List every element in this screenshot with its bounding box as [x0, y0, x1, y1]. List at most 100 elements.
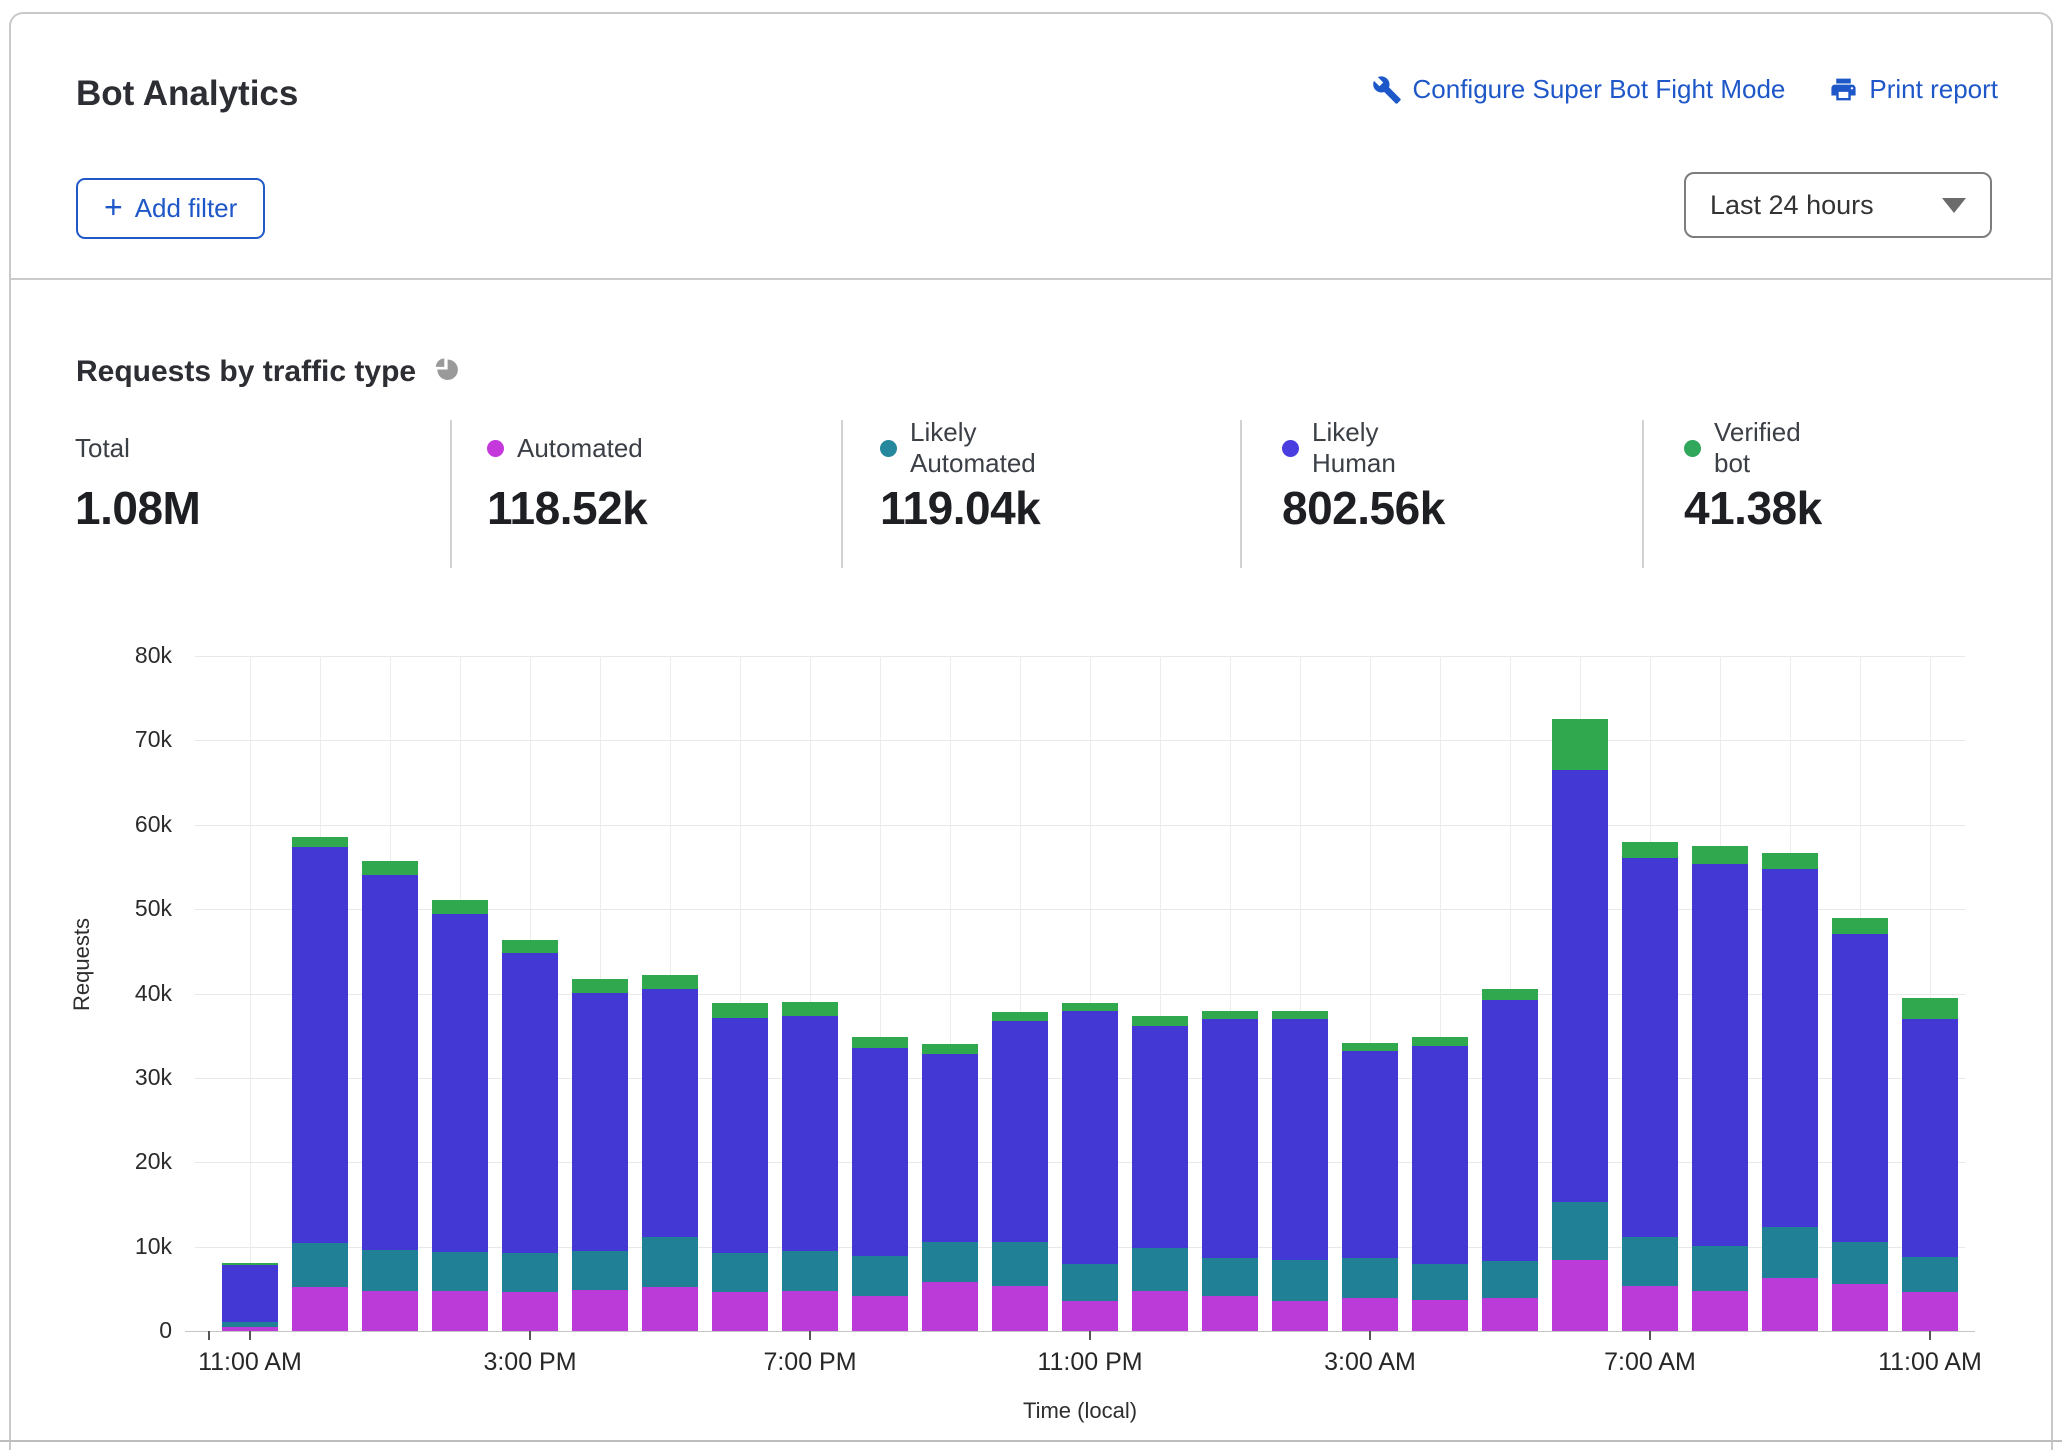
bar-segment-likely-human[interactable]: [852, 1048, 908, 1256]
bar-segment-verified-bot[interactable]: [292, 837, 348, 847]
bar[interactable]: [1342, 1043, 1398, 1331]
bar-segment-verified-bot[interactable]: [1622, 842, 1678, 858]
bar-segment-likely-automated[interactable]: [712, 1253, 768, 1293]
bar-segment-automated[interactable]: [852, 1296, 908, 1331]
bar[interactable]: [1412, 1037, 1468, 1331]
bar-segment-likely-automated[interactable]: [432, 1252, 488, 1292]
bar-segment-verified-bot[interactable]: [572, 979, 628, 993]
bar-segment-automated[interactable]: [782, 1291, 838, 1331]
bar-segment-likely-human[interactable]: [1902, 1019, 1958, 1257]
bar-segment-likely-human[interactable]: [1272, 1019, 1328, 1260]
bar-segment-automated[interactable]: [1412, 1300, 1468, 1331]
bar-segment-likely-human[interactable]: [1832, 934, 1888, 1241]
bar-segment-automated[interactable]: [992, 1286, 1048, 1331]
bar-segment-likely-human[interactable]: [642, 989, 698, 1237]
bar[interactable]: [852, 1037, 908, 1331]
bar-segment-automated[interactable]: [1692, 1291, 1748, 1331]
bar[interactable]: [1762, 853, 1818, 1331]
bar-segment-verified-bot[interactable]: [1132, 1016, 1188, 1025]
bar-segment-likely-automated[interactable]: [1552, 1202, 1608, 1260]
bar-segment-likely-automated[interactable]: [922, 1242, 978, 1282]
bar[interactable]: [782, 1002, 838, 1331]
bar[interactable]: [362, 861, 418, 1331]
bar-segment-likely-human[interactable]: [572, 993, 628, 1251]
bar[interactable]: [1552, 719, 1608, 1331]
bar-segment-likely-automated[interactable]: [1132, 1248, 1188, 1290]
bar-segment-verified-bot[interactable]: [992, 1012, 1048, 1021]
bar-segment-automated[interactable]: [1902, 1292, 1958, 1331]
bar-segment-likely-automated[interactable]: [852, 1256, 908, 1297]
bar-segment-likely-human[interactable]: [1552, 770, 1608, 1202]
bar-segment-verified-bot[interactable]: [1692, 846, 1748, 864]
bar-segment-verified-bot[interactable]: [1482, 989, 1538, 1000]
bar-segment-automated[interactable]: [1132, 1291, 1188, 1332]
bar-segment-likely-human[interactable]: [1202, 1019, 1258, 1259]
bar[interactable]: [1692, 846, 1748, 1331]
bar-segment-automated[interactable]: [292, 1287, 348, 1331]
bar-segment-likely-human[interactable]: [362, 875, 418, 1250]
bar-segment-likely-automated[interactable]: [782, 1251, 838, 1292]
bar-segment-automated[interactable]: [1202, 1296, 1258, 1331]
bar-segment-likely-automated[interactable]: [362, 1250, 418, 1291]
bar[interactable]: [502, 940, 558, 1331]
bar-segment-automated[interactable]: [1552, 1260, 1608, 1331]
bar-segment-likely-human[interactable]: [432, 914, 488, 1252]
bar-segment-likely-automated[interactable]: [1692, 1246, 1748, 1292]
bar-segment-automated[interactable]: [1622, 1286, 1678, 1331]
bar-segment-automated[interactable]: [1062, 1301, 1118, 1331]
bar-segment-verified-bot[interactable]: [1902, 998, 1958, 1019]
bar-segment-automated[interactable]: [1272, 1301, 1328, 1331]
bar-segment-likely-automated[interactable]: [1762, 1227, 1818, 1278]
bar-segment-likely-human[interactable]: [1062, 1011, 1118, 1263]
bar[interactable]: [1272, 1011, 1328, 1331]
bar[interactable]: [1482, 989, 1538, 1331]
add-filter-button[interactable]: + Add filter: [76, 178, 265, 239]
bar[interactable]: [1622, 842, 1678, 1331]
bar-segment-verified-bot[interactable]: [1552, 719, 1608, 770]
bar-segment-verified-bot[interactable]: [1412, 1037, 1468, 1045]
bar-segment-verified-bot[interactable]: [502, 940, 558, 953]
time-range-dropdown[interactable]: Last 24 hours: [1684, 172, 1992, 238]
bar[interactable]: [292, 837, 348, 1331]
bar-segment-likely-automated[interactable]: [1482, 1261, 1538, 1298]
bar-segment-likely-human[interactable]: [992, 1021, 1048, 1242]
bar[interactable]: [642, 975, 698, 1331]
bar-segment-verified-bot[interactable]: [1832, 918, 1888, 935]
bar-segment-automated[interactable]: [572, 1290, 628, 1331]
bar[interactable]: [1132, 1016, 1188, 1331]
bar[interactable]: [1062, 1003, 1118, 1331]
bar-segment-likely-automated[interactable]: [1622, 1237, 1678, 1287]
bar-segment-likely-automated[interactable]: [1202, 1258, 1258, 1295]
bar-segment-verified-bot[interactable]: [782, 1002, 838, 1016]
bar-segment-verified-bot[interactable]: [642, 975, 698, 989]
bar-segment-verified-bot[interactable]: [922, 1044, 978, 1054]
bar-segment-verified-bot[interactable]: [432, 900, 488, 914]
bar[interactable]: [992, 1012, 1048, 1331]
print-report-link[interactable]: Print report: [1829, 74, 1998, 105]
bar-segment-likely-human[interactable]: [292, 847, 348, 1244]
bar-segment-automated[interactable]: [1762, 1278, 1818, 1331]
bar-segment-likely-human[interactable]: [1342, 1051, 1398, 1259]
bar-segment-likely-human[interactable]: [1132, 1026, 1188, 1249]
bar-segment-likely-human[interactable]: [1412, 1046, 1468, 1265]
bar-segment-verified-bot[interactable]: [1062, 1003, 1118, 1011]
bar-segment-verified-bot[interactable]: [362, 861, 418, 875]
bar-segment-likely-human[interactable]: [712, 1018, 768, 1253]
bar[interactable]: [1832, 918, 1888, 1331]
bar-segment-automated[interactable]: [1832, 1284, 1888, 1331]
bar-segment-likely-automated[interactable]: [292, 1243, 348, 1287]
bar-segment-likely-automated[interactable]: [992, 1242, 1048, 1286]
bar-segment-verified-bot[interactable]: [712, 1003, 768, 1018]
bar-segment-likely-human[interactable]: [1762, 869, 1818, 1227]
bar-segment-likely-automated[interactable]: [1062, 1264, 1118, 1301]
bar-segment-likely-human[interactable]: [922, 1054, 978, 1242]
bar-segment-verified-bot[interactable]: [1272, 1011, 1328, 1019]
bar-segment-likely-human[interactable]: [502, 953, 558, 1253]
bar-segment-automated[interactable]: [432, 1291, 488, 1331]
bar-segment-likely-automated[interactable]: [1832, 1242, 1888, 1284]
bar-segment-automated[interactable]: [362, 1291, 418, 1331]
bar-segment-verified-bot[interactable]: [1762, 853, 1818, 869]
bar-segment-automated[interactable]: [1482, 1298, 1538, 1331]
bar-segment-likely-automated[interactable]: [1272, 1260, 1328, 1301]
bar-segment-verified-bot[interactable]: [1202, 1011, 1258, 1019]
